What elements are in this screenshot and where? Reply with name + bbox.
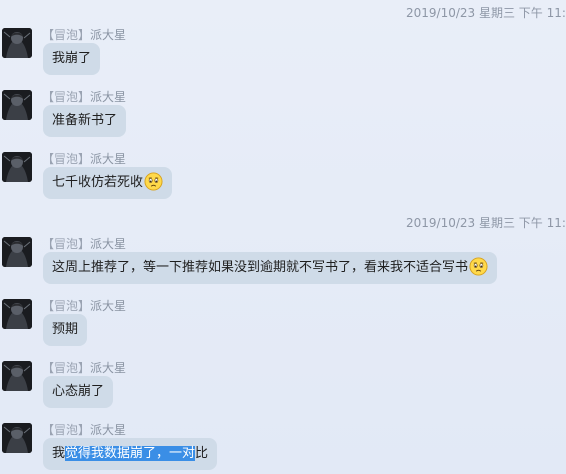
avatar[interactable] bbox=[2, 299, 32, 329]
message-row: 【冒泡】派大星 这周上推荐了，等一下推荐如果没到逾期就不写书了，看来我不适合写书 bbox=[0, 237, 566, 297]
message-row: 【冒泡】派大星 预期 bbox=[0, 299, 566, 359]
message-row: 【冒泡】派大星 七千收仿若死收 bbox=[0, 152, 566, 212]
message-bubble[interactable]: 七千收仿若死收 bbox=[43, 167, 173, 199]
message-bubble[interactable]: 心态崩了 bbox=[43, 376, 114, 408]
message-bubble[interactable]: 预期 bbox=[43, 314, 88, 346]
timestamp: 2019/10/23 星期三 下午 11:22 bbox=[406, 6, 566, 20]
avatar[interactable] bbox=[2, 28, 32, 58]
message-row: 【冒泡】派大星 准备新书了 bbox=[0, 90, 566, 150]
avatar[interactable] bbox=[2, 423, 32, 453]
sad-face-icon bbox=[469, 256, 488, 276]
message-bubble[interactable]: 准备新书了 bbox=[43, 105, 127, 137]
timestamp: 2019/10/23 星期三 下午 11:22 bbox=[406, 216, 566, 230]
avatar[interactable] bbox=[2, 237, 32, 267]
sender-label: 【冒泡】派大星 bbox=[42, 423, 127, 437]
avatar[interactable] bbox=[2, 90, 32, 120]
message-row: 【冒泡】派大星 我觉得我数据崩了，一对比 bbox=[0, 423, 566, 474]
sender-label: 【冒泡】派大星 bbox=[42, 299, 127, 313]
selected-text[interactable]: 觉得我数据崩了，一对 bbox=[65, 446, 196, 461]
sender-label: 【冒泡】派大星 bbox=[42, 237, 127, 251]
message-row: 【冒泡】派大星 我崩了 bbox=[0, 28, 566, 88]
avatar[interactable] bbox=[2, 152, 32, 182]
sender-label: 【冒泡】派大星 bbox=[42, 361, 127, 375]
message-bubble[interactable]: 我崩了 bbox=[43, 43, 101, 75]
sender-label: 【冒泡】派大星 bbox=[42, 90, 127, 104]
chat-history: 2019/10/23 星期三 下午 11:22 【冒泡】派大星 我崩了 【冒泡】… bbox=[0, 0, 566, 474]
sender-label: 【冒泡】派大星 bbox=[42, 28, 127, 42]
sender-label: 【冒泡】派大星 bbox=[42, 152, 127, 166]
message-bubble[interactable]: 这周上推荐了，等一下推荐如果没到逾期就不写书了，看来我不适合写书 bbox=[43, 252, 498, 284]
message-row: 【冒泡】派大星 心态崩了 bbox=[0, 361, 566, 421]
sad-face-icon bbox=[144, 171, 163, 191]
message-bubble[interactable]: 我觉得我数据崩了，一对比 bbox=[43, 438, 218, 470]
avatar[interactable] bbox=[2, 361, 32, 391]
